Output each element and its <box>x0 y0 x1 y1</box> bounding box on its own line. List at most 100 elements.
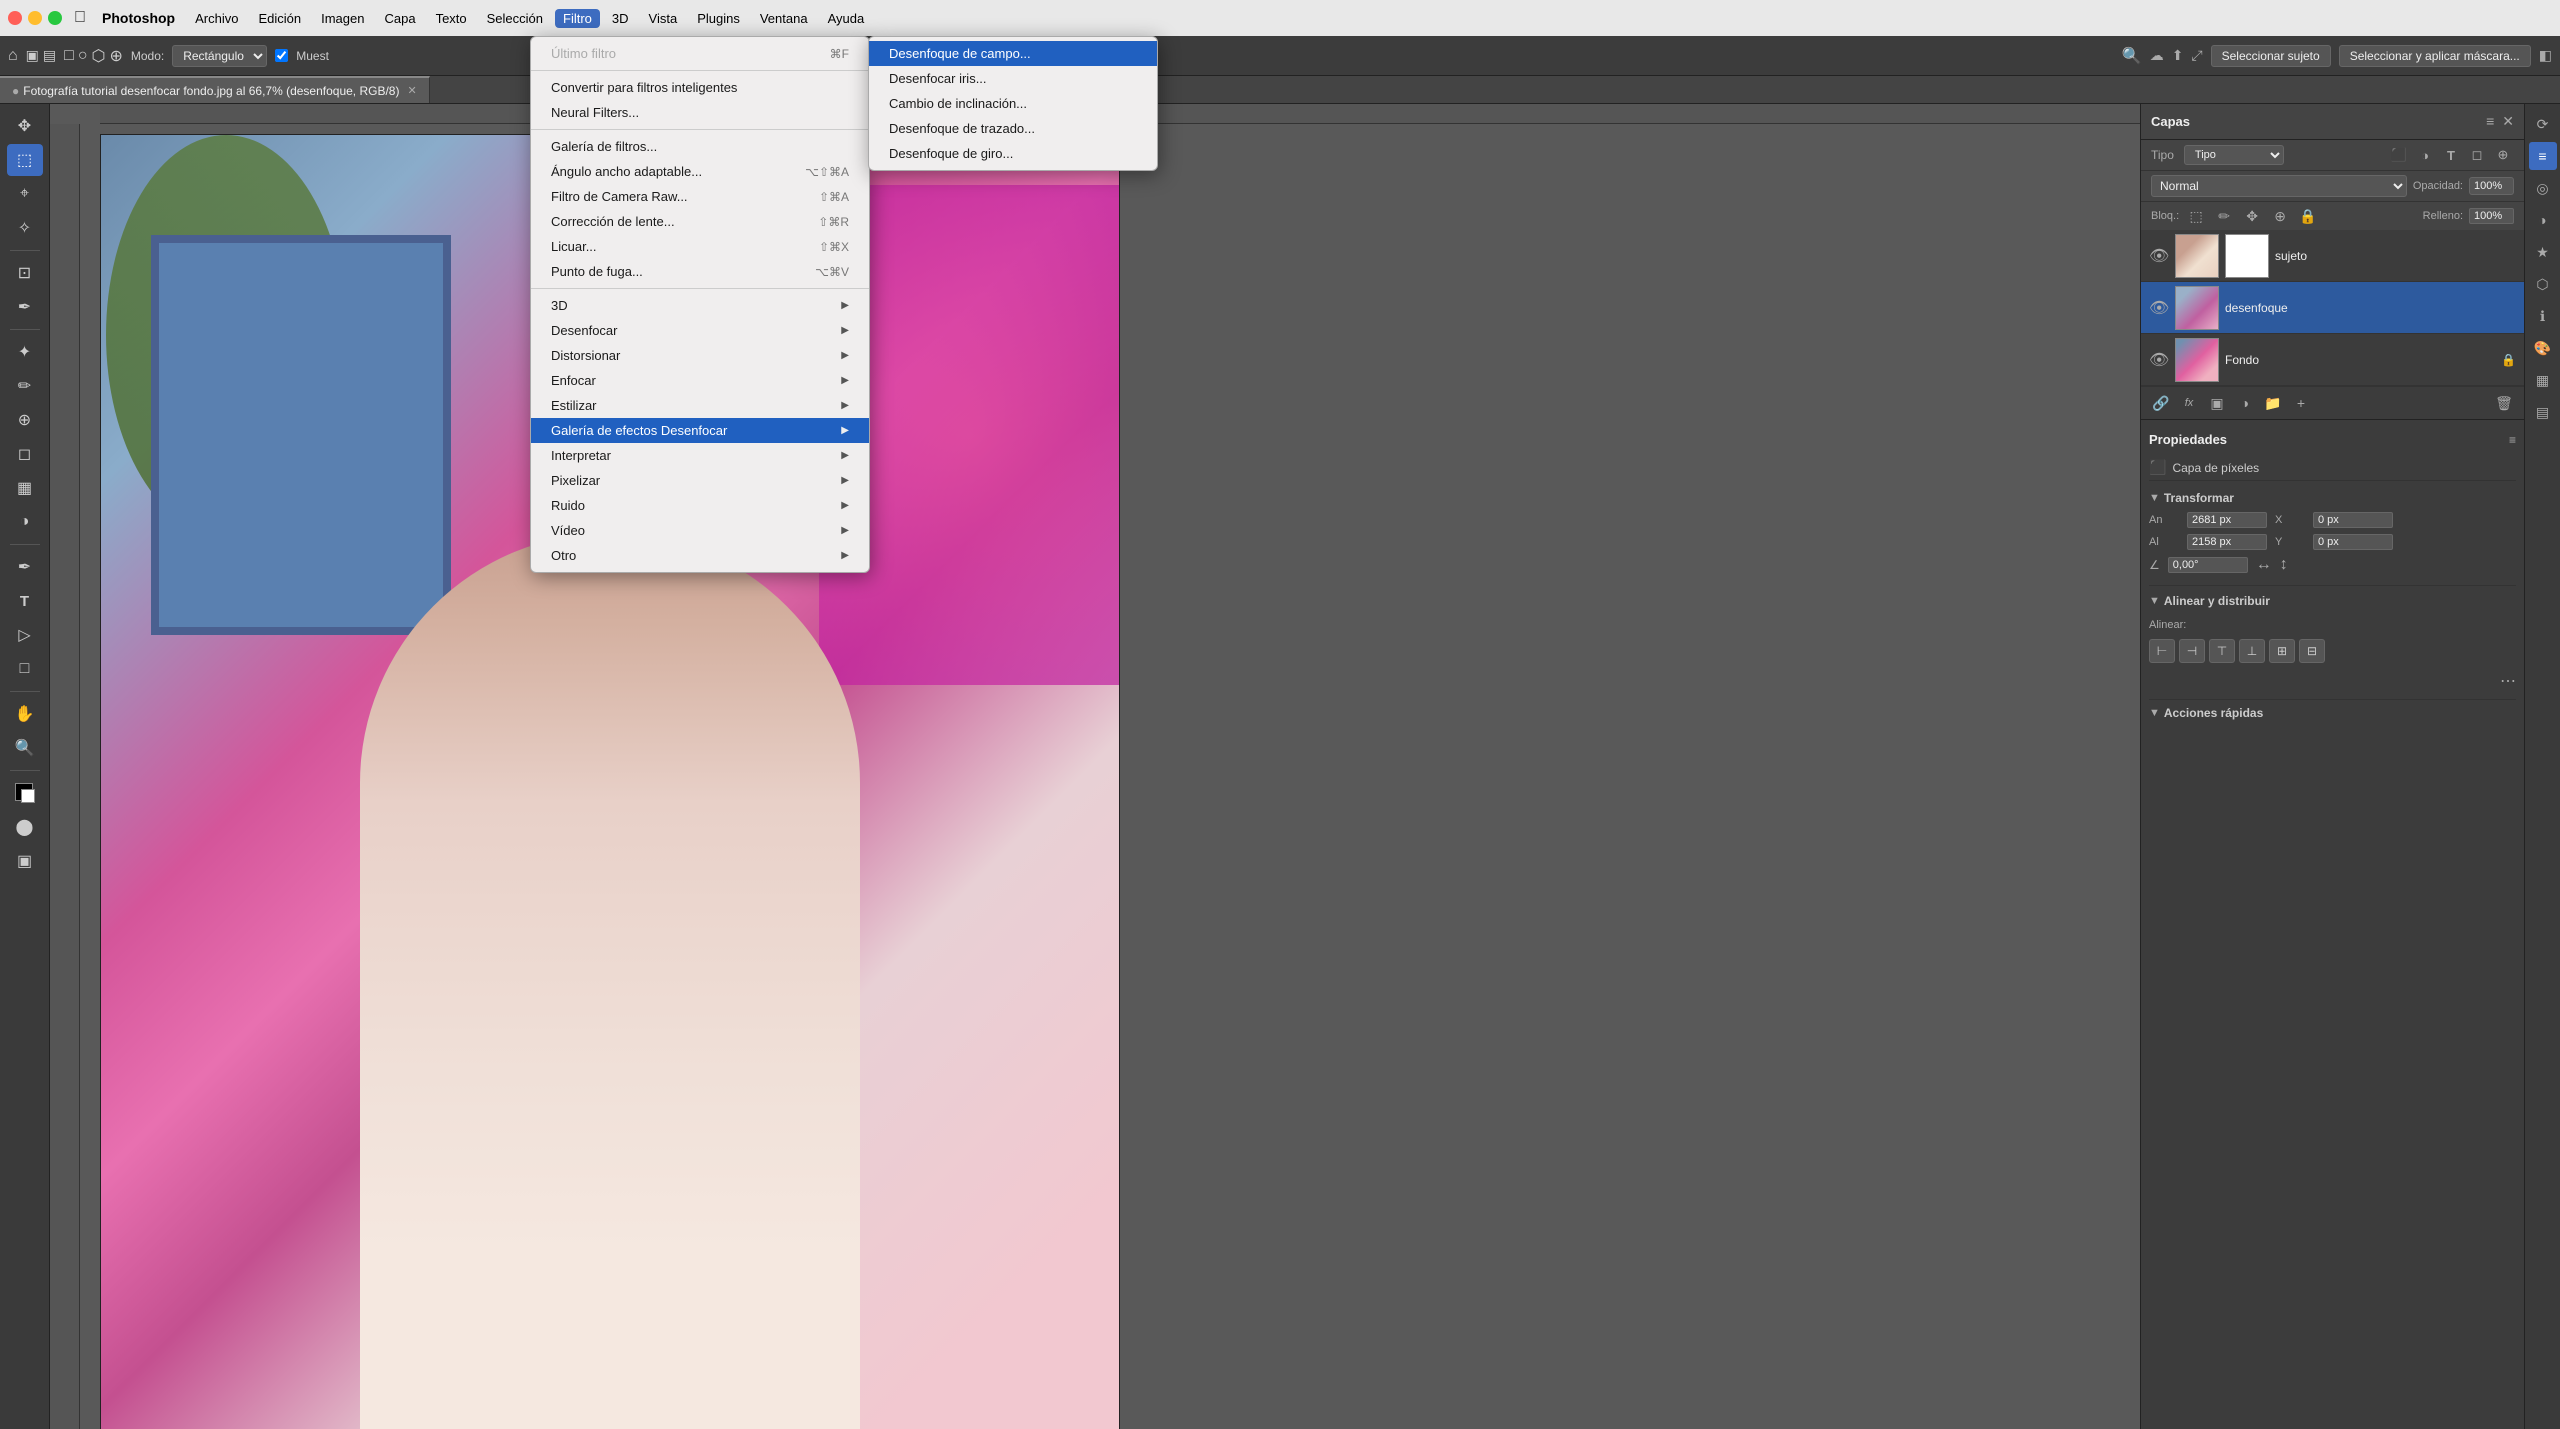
menu-distorsionar[interactable]: Distorsionar ▶ <box>531 343 869 368</box>
shape-polygon-icon[interactable]: ⬡ <box>91 46 105 66</box>
maximize-button[interactable] <box>48 11 62 25</box>
apple-logo-icon[interactable]:  <box>74 9 86 27</box>
layers-close-icon[interactable]: ✕ <box>2502 113 2514 130</box>
layers-collapse-icon[interactable]: ≡ <box>2486 113 2494 130</box>
filter-type-icon[interactable]: T <box>2440 144 2462 166</box>
lock-pixels-btn[interactable]: ✏ <box>2213 205 2235 227</box>
muestra-checkbox[interactable] <box>275 49 288 62</box>
menu-enfocar[interactable]: Enfocar ▶ <box>531 368 869 393</box>
layer-folder-btn[interactable]: 📁 <box>2261 391 2285 415</box>
menu-plugins[interactable]: Plugins <box>689 9 748 28</box>
filter-adj-icon[interactable]: ◑ <box>2414 144 2436 166</box>
submenu-desenfoque-campo[interactable]: Desenfoque de campo... <box>869 41 1157 66</box>
brush-tool[interactable]: ✏ <box>7 370 43 402</box>
filter-shape-icon[interactable]: ◻ <box>2466 144 2488 166</box>
foreground-bg-color[interactable] <box>7 777 43 809</box>
shape-ellipse-icon[interactable]: ○ <box>78 47 88 65</box>
lasso-tool[interactable]: ⌖ <box>7 178 43 210</box>
layer-mask-btn[interactable]: ▣ <box>2205 391 2229 415</box>
hand-tool[interactable]: ✋ <box>7 698 43 730</box>
lock-position-btn[interactable]: ✥ <box>2241 205 2263 227</box>
home-icon[interactable]: ⌂ <box>8 47 18 65</box>
doc-tab[interactable]: ● Fotografía tutorial desenfocar fondo.j… <box>0 76 430 103</box>
dodge-tool[interactable]: ◑ <box>7 506 43 538</box>
menu-seleccion[interactable]: Selección <box>479 9 551 28</box>
lock-transparent-btn[interactable]: ⬚ <box>2185 205 2207 227</box>
filter-smartobj-icon[interactable]: ⊕ <box>2492 144 2514 166</box>
menu-interpretar[interactable]: Interpretar ▶ <box>531 443 869 468</box>
right-color-icon[interactable]: 🎨 <box>2529 334 2557 362</box>
align-center-h-btn[interactable]: ⊣ <box>2179 639 2205 663</box>
lock-artboard-btn[interactable]: ⊕ <box>2269 205 2291 227</box>
share-icon[interactable]: ⬆ <box>2172 47 2184 64</box>
flip-v-btn[interactable]: ↕ <box>2280 556 2288 574</box>
pen-tool[interactable]: ✒ <box>7 551 43 583</box>
layer-new-btn[interactable]: + <box>2289 391 2313 415</box>
right-swatches-icon[interactable]: ▦ <box>2529 366 2557 394</box>
cloud-icon[interactable]: ☁ <box>2150 47 2164 64</box>
submenu-desenfocar-iris[interactable]: Desenfocar iris... <box>869 66 1157 91</box>
transform-section[interactable]: ▼ Transformar <box>2149 487 2516 509</box>
menu-ventana[interactable]: Ventana <box>752 9 816 28</box>
right-gradients-icon[interactable]: ▤ <box>2529 398 2557 426</box>
tool-options-icon[interactable]: ▤ <box>43 47 56 64</box>
path-selection-tool[interactable]: ▷ <box>7 619 43 651</box>
menu-pixelizar[interactable]: Pixelizar ▶ <box>531 468 869 493</box>
shape-rect-icon[interactable]: □ <box>64 47 74 65</box>
layer-adjustment-btn[interactable]: ◑ <box>2233 391 2257 415</box>
expand-icon[interactable]: ⤢ <box>2191 47 2202 64</box>
alinear-section[interactable]: ▼ Alinear y distribuir <box>2149 585 2516 612</box>
right-channels-icon[interactable]: ◎ <box>2529 174 2557 202</box>
submenu-desenfoque-trazado[interactable]: Desenfoque de trazado... <box>869 116 1157 141</box>
right-styles-icon[interactable]: ★ <box>2529 238 2557 266</box>
menu-estilizar[interactable]: Estilizar ▶ <box>531 393 869 418</box>
menu-ruido[interactable]: Ruido ▶ <box>531 493 869 518</box>
healing-tool[interactable]: ✦ <box>7 336 43 368</box>
menu-ayuda[interactable]: Ayuda <box>820 9 873 28</box>
flip-h-btn[interactable]: ↔ <box>2256 556 2272 574</box>
layer-row-fondo[interactable]: 👁 Fondo 🔒 <box>2141 334 2524 386</box>
type-tool[interactable]: T <box>7 585 43 617</box>
right-adjust-icon[interactable]: ◑ <box>2529 206 2557 234</box>
eyedropper-tool[interactable]: ✒ <box>7 291 43 323</box>
seleccionar-aplicar-button[interactable]: Seleccionar y aplicar máscara... <box>2339 45 2531 67</box>
layer-link-btn[interactable]: 🔗 <box>2149 391 2173 415</box>
menu-imagen[interactable]: Imagen <box>313 9 372 28</box>
quick-actions-section[interactable]: ▼ Acciones rápidas <box>2149 699 2516 724</box>
fill-input[interactable] <box>2469 208 2514 224</box>
layer-visibility-desenfoque[interactable]: 👁 <box>2149 298 2169 318</box>
menu-video[interactable]: Vídeo ▶ <box>531 518 869 543</box>
menu-3d[interactable]: 3D ▶ <box>531 293 869 318</box>
menu-convertir[interactable]: Convertir para filtros inteligentes <box>531 75 869 100</box>
right-layers-icon[interactable]: ≡ <box>2529 142 2557 170</box>
screen-mode-tool[interactable]: ▣ <box>7 845 43 877</box>
angle-input[interactable] <box>2168 557 2248 573</box>
y-input[interactable] <box>2313 534 2393 550</box>
right-3d-icon[interactable]: ⬡ <box>2529 270 2557 298</box>
x-input[interactable] <box>2313 512 2393 528</box>
gradient-tool[interactable]: ▦ <box>7 472 43 504</box>
minimize-button[interactable] <box>28 11 42 25</box>
mode-select[interactable]: Rectángulo <box>172 45 267 67</box>
move-tool[interactable]: ✥ <box>7 110 43 142</box>
layer-row-sujeto[interactable]: 👁 sujeto <box>2141 230 2524 282</box>
layer-row-desenfoque[interactable]: 👁 desenfoque <box>2141 282 2524 334</box>
clone-stamp-tool[interactable]: ⊕ <box>7 404 43 436</box>
canvas-area[interactable] <box>50 104 2140 1429</box>
right-history-icon[interactable]: ⟳ <box>2529 110 2557 138</box>
menu-vista[interactable]: Vista <box>641 9 686 28</box>
submenu-cambio-inclinacion[interactable]: Cambio de inclinación... <box>869 91 1157 116</box>
properties-menu-icon[interactable]: ≡ <box>2509 433 2516 447</box>
eraser-tool[interactable]: ◻ <box>7 438 43 470</box>
menu-archivo[interactable]: Archivo <box>187 9 246 28</box>
zoom-tool[interactable]: 🔍 <box>7 732 43 764</box>
right-info-icon[interactable]: ℹ <box>2529 302 2557 330</box>
magic-wand-tool[interactable]: ✧ <box>7 212 43 244</box>
layer-fx-btn[interactable]: fx <box>2177 391 2201 415</box>
quick-mask-tool[interactable]: ⬤ <box>7 811 43 843</box>
doc-tab-close-icon[interactable]: ✕ <box>407 84 416 97</box>
menu-filtro[interactable]: Filtro <box>555 9 600 28</box>
menu-licuar[interactable]: Licuar... ⇧⌘X <box>531 234 869 259</box>
lock-all-btn[interactable]: 🔒 <box>2297 205 2319 227</box>
menu-capa[interactable]: Capa <box>376 9 423 28</box>
